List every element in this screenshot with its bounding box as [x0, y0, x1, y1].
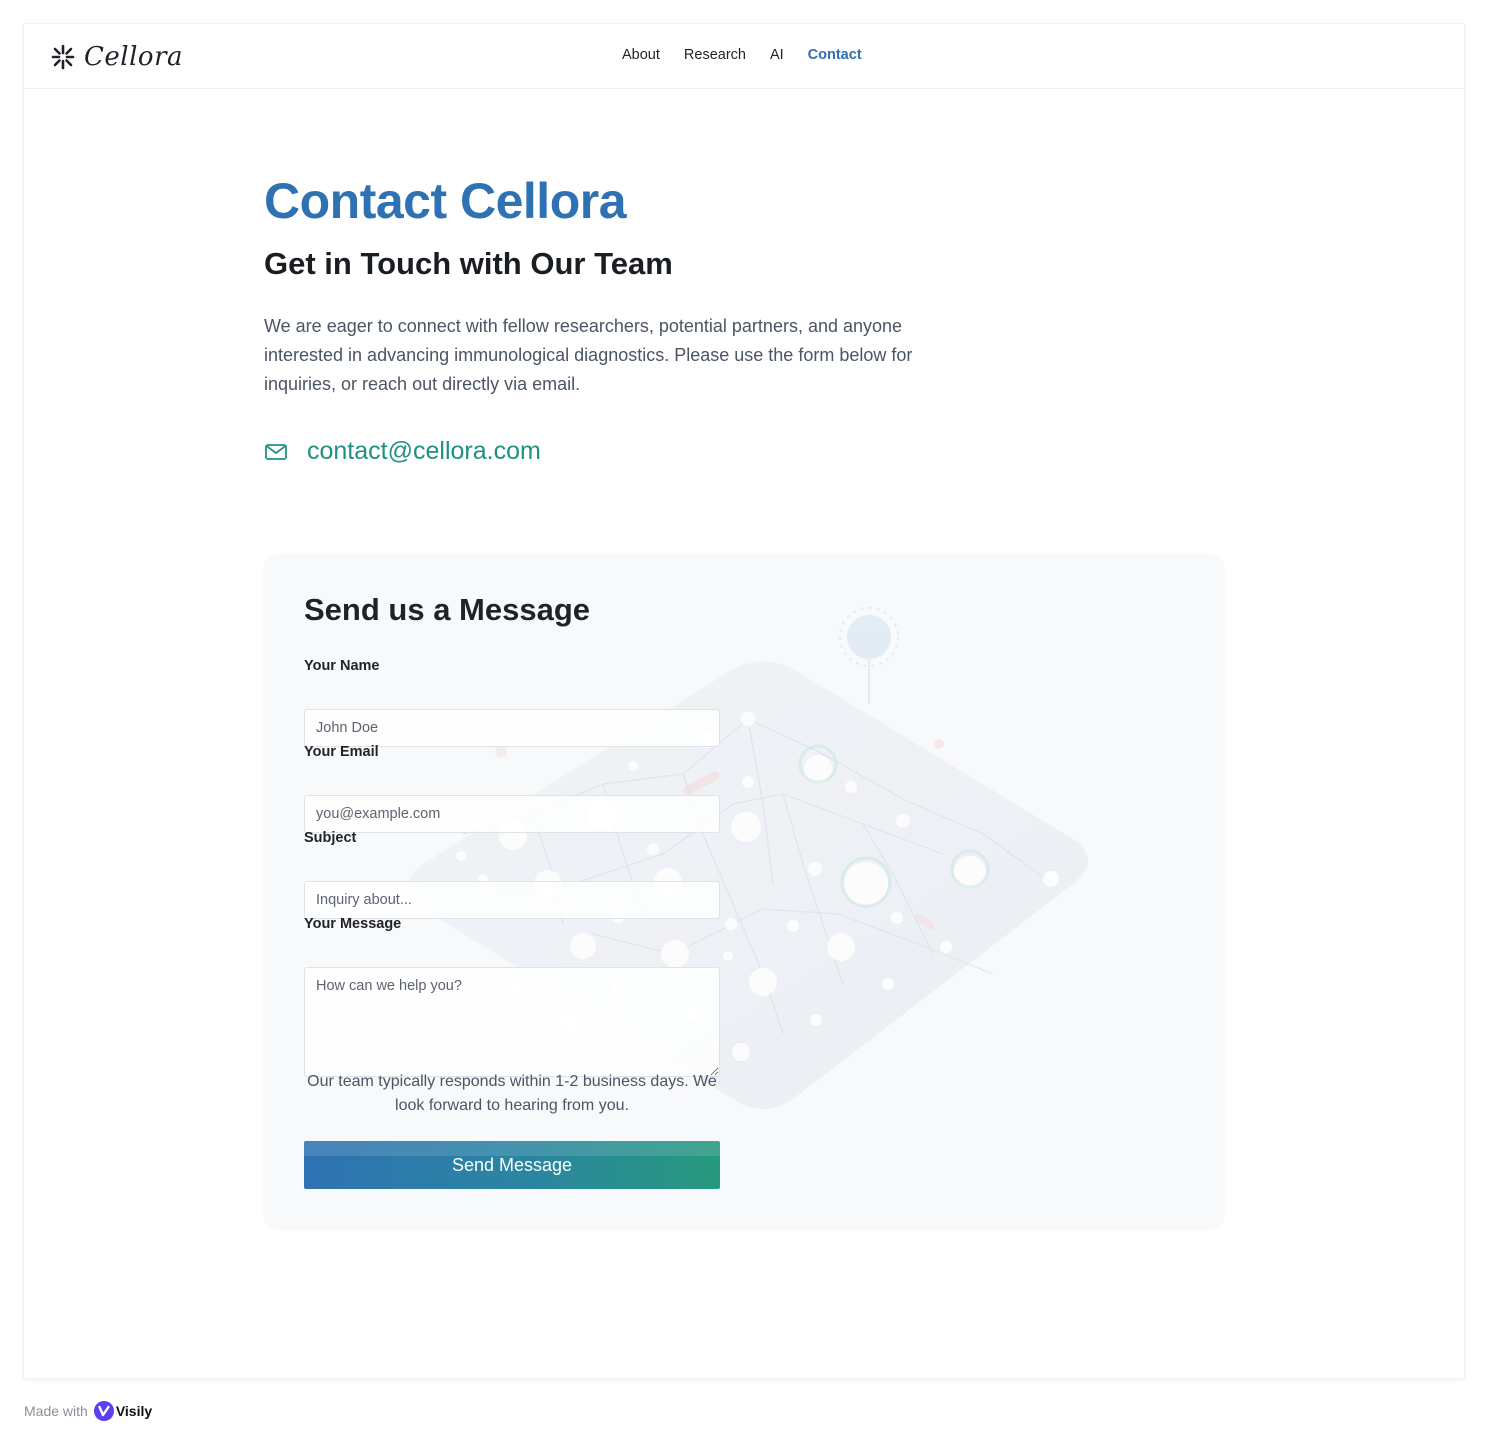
form-title: Send us a Message	[304, 592, 591, 627]
cellora-mark-icon	[51, 44, 75, 70]
message-textarea[interactable]	[304, 967, 720, 1077]
top-nav-bar: Cellora About Research AI Contact	[24, 24, 1464, 89]
name-input[interactable]	[304, 709, 720, 747]
nav-link-ai[interactable]: AI	[770, 47, 784, 63]
logo-text: Cellora	[84, 42, 183, 72]
visily-brand-text: Visily	[115, 1403, 153, 1419]
main-nav: About Research AI Contact	[622, 47, 862, 63]
send-message-label: Send Message	[451, 1154, 573, 1175]
message-field-label: Your Message	[304, 916, 402, 932]
contact-email-link[interactable]: contact@cellora.com	[307, 437, 541, 466]
visily-mark-icon	[93, 1401, 114, 1421]
brand-logo[interactable]: Cellora	[50, 40, 183, 74]
subject-input[interactable]	[304, 881, 720, 919]
made-with-text: Made with	[24, 1403, 88, 1419]
nav-link-about[interactable]: About	[622, 47, 660, 63]
nav-link-contact[interactable]: Contact	[808, 47, 862, 63]
email-field-label: Your Email	[304, 744, 379, 760]
contact-form-card: Send us a Message Your Name Your Email S…	[263, 554, 1225, 1230]
intro-paragraph: We are eager to connect with fellow rese…	[264, 316, 913, 394]
page-title: Contact Cellora	[264, 173, 627, 229]
made-with-badge[interactable]: Made with Visily	[24, 1400, 152, 1422]
nav-link-research[interactable]: Research	[684, 47, 746, 63]
name-field-label: Your Name	[304, 658, 380, 674]
mail-icon	[265, 443, 287, 460]
page-subtitle: Get in Touch with Our Team	[264, 246, 673, 281]
send-message-button[interactable]: Send Message	[304, 1141, 720, 1189]
subject-field-label: Subject	[304, 830, 357, 846]
visily-logo: Visily	[93, 1401, 153, 1421]
page-frame: Cellora About Research AI Contact Contac…	[24, 24, 1464, 1378]
email-input[interactable]	[304, 795, 720, 833]
response-time-note: Our team typically responds within 1-2 b…	[307, 1073, 717, 1114]
contact-email-row: contact@cellora.com	[264, 437, 541, 466]
